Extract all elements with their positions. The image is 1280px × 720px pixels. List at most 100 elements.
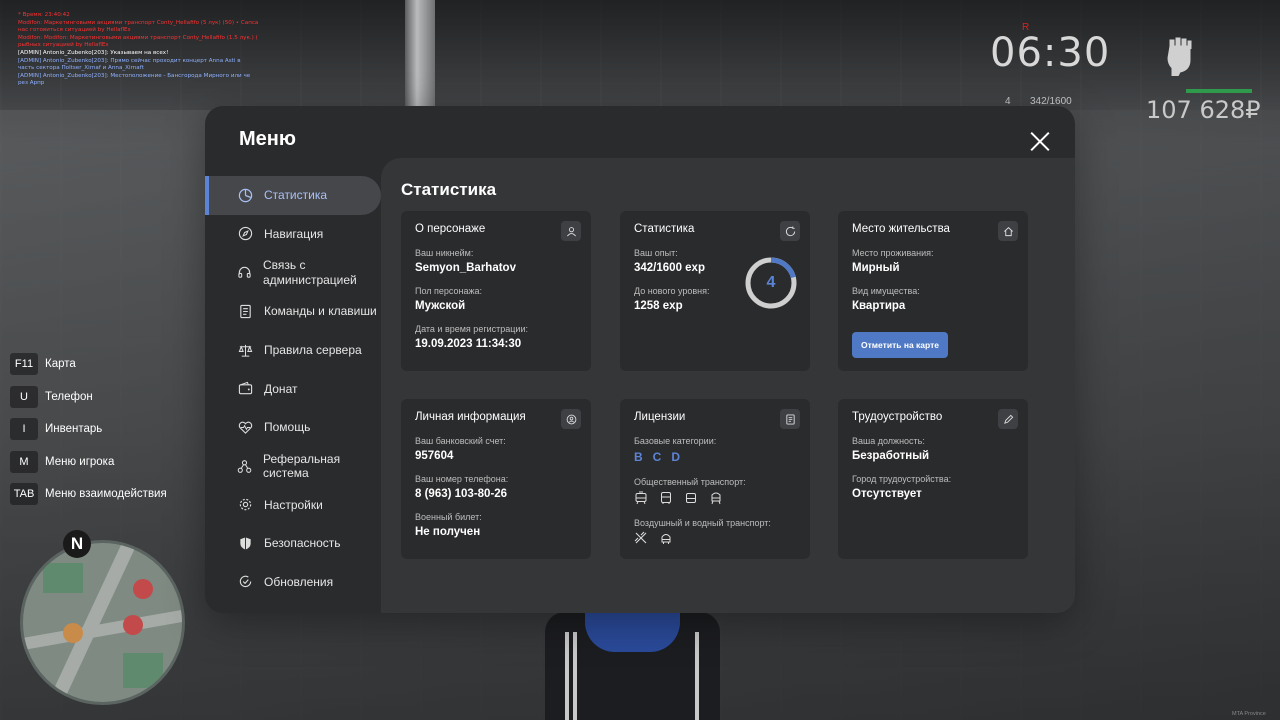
house-icon — [998, 221, 1018, 241]
card-title: Лицензии — [634, 411, 686, 423]
card-title: Место жительства — [852, 223, 950, 235]
field-label: Пол персонажа: — [415, 286, 483, 296]
chat-line: [ADMIN] Antonio_Zubenko[203]: Прямо сейч… — [18, 57, 241, 64]
chat-line: часть сектора Пoltser_Xirnaf и Anna_Xirn… — [18, 65, 144, 72]
hotkey-key: TAB — [10, 483, 38, 506]
sidebar-item-security[interactable]: Безопасность — [205, 524, 381, 563]
boat-icon — [659, 531, 673, 545]
network-icon — [237, 458, 252, 474]
field-label: Ваш опыт: — [634, 248, 678, 258]
exp-value: 342/1600 exp — [634, 262, 705, 274]
compass-north-icon: N — [63, 530, 91, 558]
sidebar-item-updates[interactable]: Обновления — [205, 563, 381, 602]
chat-line: Modifon: Modifon: Маркетинговыми акциями… — [18, 34, 258, 41]
statistics-panel: Статистика О персонаже Ваш никнейм: Semy… — [381, 158, 1075, 613]
chat-log: * Время: 23:40:42 Modifon: Маркетинговым… — [18, 12, 258, 88]
player-character — [545, 612, 720, 720]
sidebar-item-label: Обновления — [264, 574, 334, 589]
card-character: О персонаже Ваш никнейм: Semyon_Barhatov… — [401, 211, 591, 371]
refresh-icon — [780, 221, 800, 241]
watermark: MTA Province — [1232, 711, 1266, 717]
job-city-value: Отсутствует — [852, 488, 922, 500]
field-label: Дата и время регистрации: — [415, 324, 528, 334]
next-level-value: 1258 exp — [634, 300, 683, 312]
hotkey-inventory: I Инвентарь — [10, 413, 167, 446]
field-label: Ваша должность: — [852, 436, 925, 446]
license-category: D — [671, 450, 681, 464]
hud-money: 107 628₽ — [1146, 96, 1261, 124]
heart-icon — [237, 419, 253, 435]
level-value: 4 — [766, 274, 776, 291]
card-residence: Место жительства Место проживания: Мирны… — [838, 211, 1028, 371]
game-pole — [405, 0, 435, 110]
mark-on-map-button[interactable]: Отметить на карте — [852, 332, 948, 358]
air-water-transport-icons — [634, 531, 673, 545]
wallet-icon — [237, 381, 253, 397]
menu-window: Меню Статистика Навигация Связь с админи… — [205, 106, 1075, 613]
field-label: Общественный транспорт: — [634, 477, 746, 487]
card-employment: Трудоустройство Ваша должность: Безработ… — [838, 399, 1028, 559]
sidebar-item-label: Статистика — [264, 188, 328, 202]
license-category: B — [634, 450, 643, 464]
hotkey-label: Меню игрока — [45, 455, 115, 468]
hud-time: 06:30 — [990, 30, 1111, 76]
hotkey-interaction-menu: TAB Меню взаимодействия — [10, 478, 167, 511]
menu-title: Меню — [239, 128, 296, 150]
health-bar — [1186, 89, 1252, 93]
hotkey-label: Телефон — [45, 390, 93, 403]
sidebar-item-commands[interactable]: Команды и клавиши — [205, 292, 381, 331]
chat-line: [ADMIN] Antonio_Zubenko[203]: Указываем … — [18, 49, 169, 56]
chat-line: * Время: 23:40:42 — [18, 12, 70, 18]
bus-icon — [659, 491, 673, 505]
military-id-value: Не получен — [415, 526, 481, 538]
field-label: Место проживания: — [852, 248, 934, 258]
hotkey-label: Меню взаимодействия — [45, 488, 167, 501]
hotkey-label: Карта — [45, 358, 76, 371]
field-label: Вид имущества: — [852, 286, 920, 296]
chat-line: рыбных ситуацией by HellaflEs — [18, 42, 109, 49]
trolleybus-icon — [684, 491, 698, 505]
field-label: Военный билет: — [415, 512, 482, 522]
registration-value: 19.09.2023 11:34:30 — [415, 338, 522, 350]
field-label: Базовые категории: — [634, 436, 717, 446]
hotkey-key: M — [10, 450, 38, 473]
sidebar-item-referral[interactable]: Реферальная система — [205, 447, 381, 486]
field-label: Город трудоустройства: — [852, 474, 952, 484]
refresh-check-icon — [237, 574, 253, 590]
headset-icon — [237, 265, 252, 281]
card-title: Статистика — [634, 223, 695, 235]
sidebar-item-statistics[interactable]: Статистика — [205, 176, 381, 215]
gender-value: Мужской — [415, 300, 466, 312]
license-category: C — [652, 450, 662, 464]
job-position-value: Безработный — [852, 450, 930, 462]
content-title: Статистика — [401, 180, 497, 199]
sidebar-item-help[interactable]: Помощь — [205, 408, 381, 447]
fist-icon — [1162, 36, 1198, 77]
sidebar-item-donate[interactable]: Донат — [205, 370, 381, 409]
minimap — [20, 540, 185, 705]
nickname-value: Semyon_Barhatov — [415, 262, 516, 274]
plane-icon — [634, 531, 648, 545]
menu-sidebar: Статистика Навигация Связь с администрац… — [205, 176, 381, 601]
field-label: Ваш банковский счет: — [415, 436, 506, 446]
hotkey-list: F11 Карта U Телефон I Инвентарь M Меню игрок… — [10, 348, 167, 511]
sidebar-item-admin-contact[interactable]: Связь с администрацией — [205, 253, 381, 292]
user-icon — [561, 221, 581, 241]
scales-icon — [237, 342, 253, 358]
sidebar-item-label: Навигация — [264, 226, 324, 241]
sidebar-item-navigation[interactable]: Навигация — [205, 215, 381, 254]
phone-value: 8 (963) 103-80-26 — [415, 488, 508, 500]
card-statistics: Статистика Ваш опыт: 342/1600 exp До нов… — [620, 211, 810, 371]
hotkey-player-menu: M Меню игрока — [10, 446, 167, 479]
chat-line: [ADMIN] Antonio_Zubenko[203]: Местополож… — [18, 72, 251, 79]
hotkey-phone: U Телефон — [10, 381, 167, 414]
pencil-icon — [998, 409, 1018, 429]
card-title: О персонаже — [415, 223, 486, 235]
hotkey-key: F11 — [10, 353, 38, 376]
sidebar-item-rules[interactable]: Правила сервера — [205, 331, 381, 370]
close-button[interactable] — [1029, 130, 1051, 152]
compass-icon — [237, 226, 253, 242]
license-icon — [780, 409, 800, 429]
sidebar-item-settings[interactable]: Настройки — [205, 486, 381, 525]
sidebar-item-label: Донат — [264, 381, 298, 396]
